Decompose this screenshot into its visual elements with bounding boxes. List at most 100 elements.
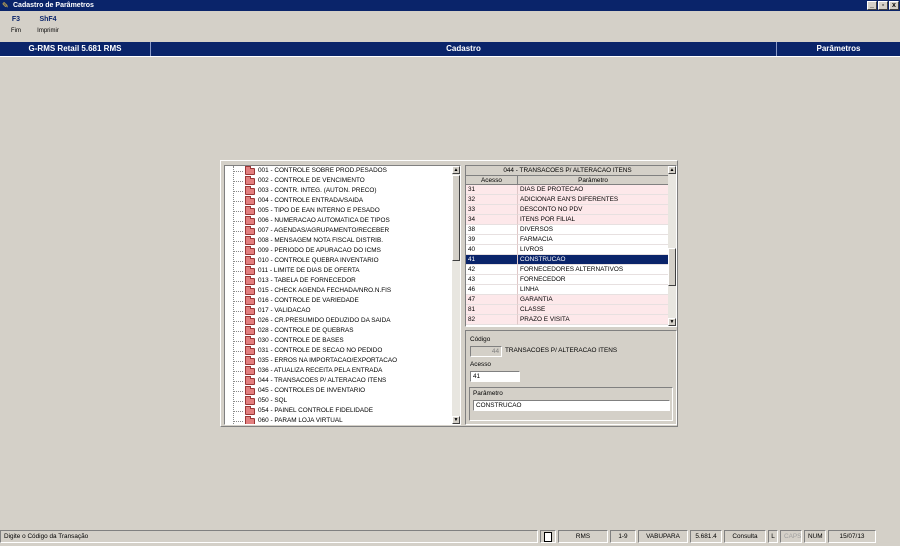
tree-item[interactable]: 031 - CONTROLE DE SECAO NO PEDIDO — [225, 346, 453, 356]
folder-icon — [245, 356, 255, 365]
tree-item[interactable]: 006 - NUMERACAO AUTOMATICA DE TIPOS — [225, 216, 453, 226]
tree-item-label: 001 - CONTROLE SOBRE PROD.PESADOS — [258, 167, 387, 174]
tree-item[interactable]: 054 - PAINEL CONTROLE FIDELIDADE — [225, 406, 453, 416]
tree-item-label: 044 - TRANSACOES P/ ALTERACAO ITENS — [258, 377, 387, 384]
grid-row[interactable]: 32 ADICIONAR EAN'S DIFERENTES — [466, 195, 669, 205]
fkey-label: Imprimir — [37, 28, 59, 34]
fkey-key: F3 — [11, 16, 21, 23]
codigo-field[interactable]: 44 — [470, 346, 502, 357]
status-system: RMS — [558, 530, 608, 543]
tree-item[interactable]: 011 - LIMITE DE DIAS DE OFERTA — [225, 266, 453, 276]
grid-row[interactable]: 39 FARMACIA — [466, 235, 669, 245]
scroll-thumb[interactable] — [668, 248, 676, 286]
scroll-down-arrow-icon[interactable]: ▼ — [452, 416, 460, 424]
tree-scrollbar[interactable]: ▲ ▼ — [452, 166, 460, 424]
tree-item[interactable]: 013 - TABELA DE FORNECEDOR — [225, 276, 453, 286]
acesso-field[interactable]: 41 — [470, 371, 520, 382]
scroll-thumb[interactable] — [452, 175, 460, 261]
folder-icon — [245, 196, 255, 205]
tree-item[interactable]: 010 - CONTROLE QUEBRA INVENTARIO — [225, 256, 453, 266]
folder-icon — [245, 316, 255, 325]
tree-line — [233, 361, 243, 362]
grid-row[interactable]: 46 LINHA — [466, 285, 669, 295]
column-header-acesso[interactable]: Acesso — [466, 176, 518, 184]
tree-item-label: 035 - ERROS NA IMPORTACAO/EXPORTACAO — [258, 357, 398, 364]
grid-row[interactable]: 42 FORNECEDORES ALTERNATIVOS — [466, 265, 669, 275]
tree-item[interactable]: 044 - TRANSACOES P/ ALTERACAO ITENS — [225, 376, 453, 386]
tree-item[interactable]: 036 - ATUALIZA RECEITA PELA ENTRADA — [225, 366, 453, 376]
grid-row[interactable]: 40 LIVROS — [466, 245, 669, 255]
tree-item-label: 010 - CONTROLE QUEBRA INVENTARIO — [258, 257, 379, 264]
column-header-parametro[interactable]: Parâmetro — [518, 176, 669, 184]
tree-item[interactable]: 060 - PARAM LOJA VIRTUAL — [225, 416, 453, 424]
tree-item[interactable]: 045 - CONTROLES DE INVENTARIO — [225, 386, 453, 396]
status-version: 5.681.4 — [690, 530, 722, 543]
tree-item[interactable]: 005 - TIPO DE EAN INTERNO E PESADO — [225, 206, 453, 216]
tree-line — [233, 381, 243, 382]
cell-parametro: ADICIONAR EAN'S DIFERENTES — [518, 195, 669, 205]
restore-button[interactable]: ▫ — [878, 1, 888, 10]
tree-item[interactable]: 050 - SQL — [225, 396, 453, 406]
tree-line — [233, 291, 243, 292]
tree-item[interactable]: 004 - CONTROLE ENTRADA/SAIDA — [225, 196, 453, 206]
tree-line — [233, 251, 243, 252]
parametro-field[interactable]: CONSTRUCAO — [473, 400, 670, 411]
tree-item[interactable]: 017 - VALIDACAO — [225, 306, 453, 316]
tree-item[interactable]: 028 - CONTROLE DE QUEBRAS — [225, 326, 453, 336]
tree-item[interactable]: 035 - ERROS NA IMPORTACAO/EXPORTACAO — [225, 356, 453, 366]
grid-scrollbar[interactable]: ▲ ▼ — [668, 166, 676, 326]
grid-row[interactable]: 82 PRAZO E VISITA — [466, 315, 669, 325]
tree-item[interactable]: 008 - MENSAGEM NOTA FISCAL DISTRIB. — [225, 236, 453, 246]
tree-item[interactable]: 007 - AGENDAS/AGRUPAMENTO/RECEBER — [225, 226, 453, 236]
tree-item-label: 003 - CONTR. INTEG. (AUTON. PRECO) — [258, 187, 377, 194]
status-message: Digite o Código da Transação — [0, 530, 538, 543]
tree-item[interactable]: 003 - CONTR. INTEG. (AUTON. PRECO) — [225, 186, 453, 196]
status-user: VABUPARA — [638, 530, 688, 543]
scroll-up-arrow-icon[interactable]: ▲ — [452, 166, 460, 174]
grid-row[interactable]: 43 FORNECEDOR — [466, 275, 669, 285]
status-num: NUM — [804, 530, 826, 543]
tree-item[interactable]: 016 - CONTROLE DE VARIEDADE — [225, 296, 453, 306]
parameter-grid[interactable]: 044 - TRANSACOES P/ ALTERACAO ITENS Aces… — [465, 165, 677, 327]
tree-item-label: 017 - VALIDACAO — [258, 307, 311, 314]
grid-row[interactable]: 47 GARANTIA — [466, 295, 669, 305]
cell-parametro: LIVROS — [518, 245, 669, 255]
fkey-imprimir[interactable]: ShF4 Imprimir — [32, 14, 64, 40]
tree-item-label: 007 - AGENDAS/AGRUPAMENTO/RECEBER — [258, 227, 390, 234]
scroll-up-arrow-icon[interactable]: ▲ — [668, 166, 676, 174]
cell-parametro: FARMACIA — [518, 235, 669, 245]
cell-parametro: CONSTRUCAO — [518, 255, 669, 265]
scroll-down-arrow-icon[interactable]: ▼ — [668, 318, 676, 326]
close-button[interactable]: x — [889, 1, 899, 10]
grid-row[interactable]: 34 ITENS POR FILIAL — [466, 215, 669, 225]
grid-header: Acesso Parâmetro — [466, 176, 669, 185]
grid-row[interactable]: 33 DESCONTO NO PDV — [466, 205, 669, 215]
grid-row[interactable]: 81 CLASSE — [466, 305, 669, 315]
fkey-fim[interactable]: F3 Fim — [0, 14, 32, 40]
cell-parametro: FORNECEDOR — [518, 275, 669, 285]
grid-row[interactable]: 38 DIVERSOS — [466, 225, 669, 235]
tree-item-label: 011 - LIMITE DE DIAS DE OFERTA — [258, 267, 360, 274]
tree-item[interactable]: 026 - CR.PRESUMIDO DEDUZIDO DA SAIDA — [225, 316, 453, 326]
tree-item[interactable]: 015 - CHECK AGENDA FECHADA/NRO.N.FIS — [225, 286, 453, 296]
cell-acesso: 82 — [466, 315, 518, 325]
tree-item-label: 004 - CONTROLE ENTRADA/SAIDA — [258, 197, 364, 204]
grid-row[interactable]: 31 DIAS DE PROTECAO — [466, 185, 669, 195]
tree-item-label: 006 - NUMERACAO AUTOMATICA DE TIPOS — [258, 217, 390, 224]
tree-item[interactable]: 002 - CONTROLE DE VENCIMENTO — [225, 176, 453, 186]
minimize-button[interactable]: _ — [867, 1, 877, 10]
tree-item[interactable]: 030 - CONTROLE DE BASES — [225, 336, 453, 346]
tree-item-label: 030 - CONTROLE DE BASES — [258, 337, 344, 344]
tree-line — [233, 321, 243, 322]
folder-icon — [245, 396, 255, 405]
status-date: 15/07/13 — [828, 530, 876, 543]
tree-item[interactable]: 009 - PERIODO DE APURACAO DO ICMS — [225, 246, 453, 256]
transaction-tree[interactable]: 001 - CONTROLE SOBRE PROD.PESADOS 002 - C… — [224, 165, 461, 425]
grid-row[interactable]: 41 CONSTRUCAO — [466, 255, 669, 265]
folder-icon — [245, 276, 255, 285]
window-controls: _ ▫ x — [867, 1, 899, 10]
tree-item[interactable]: 001 - CONTROLE SOBRE PROD.PESADOS — [225, 166, 453, 176]
tree-line — [233, 201, 243, 202]
clipboard-icon[interactable] — [540, 530, 556, 543]
function-key-toolbar: F3 Fim ShF4 Imprimir — [0, 14, 64, 40]
